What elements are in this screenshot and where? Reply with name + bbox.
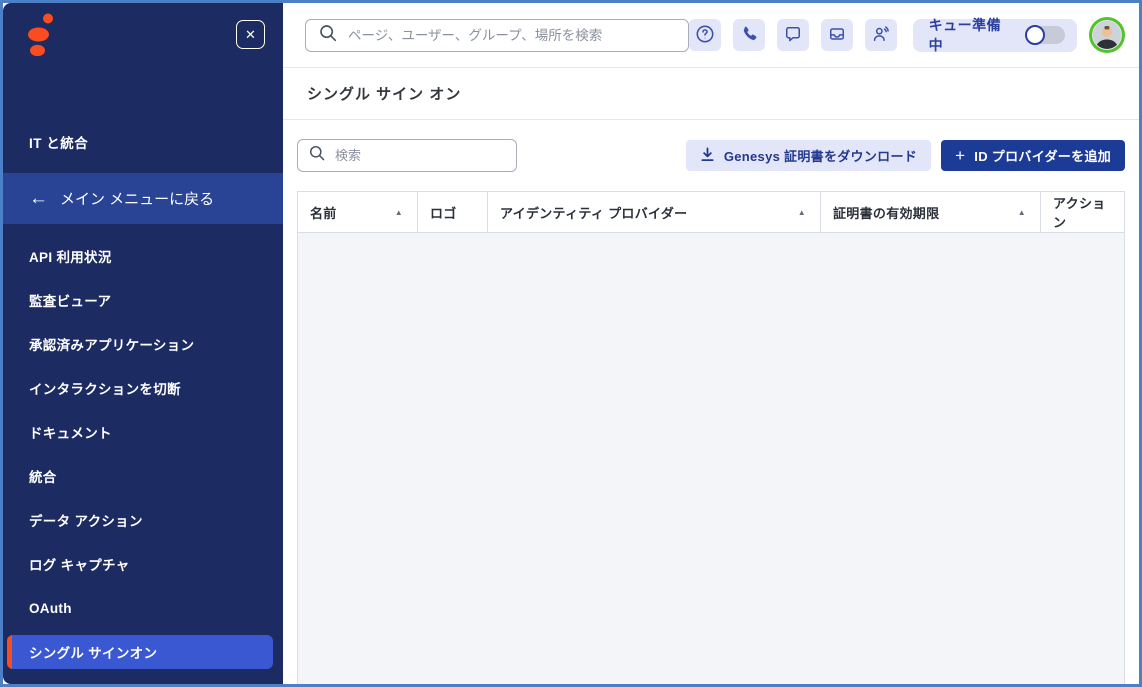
queue-status-label: キュー準備中 — [929, 15, 1016, 55]
genesys-logo-icon — [25, 13, 55, 66]
column-header-actions: アクション — [1041, 192, 1124, 232]
chat-icon — [783, 24, 803, 47]
top-bar: キュー準備中 — [283, 3, 1139, 68]
table-search[interactable] — [297, 139, 517, 172]
inbox-icon — [827, 24, 847, 47]
sidebar-item-log-capture[interactable]: ログ キャプチャ — [3, 542, 283, 586]
column-header-certificate-expiry[interactable]: 証明書の有効期限 ▲ — [821, 192, 1041, 232]
global-search-input[interactable] — [348, 28, 676, 43]
global-search[interactable] — [305, 19, 689, 52]
search-icon — [308, 144, 326, 167]
column-header-name[interactable]: 名前 ▲ — [298, 192, 418, 232]
sidebar-menu: API 利用状況 監査ビューア 承認済みアプリケーション インタラクションを切断… — [3, 224, 283, 674]
sidebar-item-api-usage[interactable]: API 利用状況 — [3, 234, 283, 278]
queue-status-toggle-group[interactable]: キュー準備中 — [913, 19, 1077, 52]
inbox-button[interactable] — [821, 19, 853, 51]
sort-asc-icon[interactable]: ▲ — [1018, 208, 1026, 217]
sidebar-section-title: IT と統合 — [29, 132, 283, 152]
header-icon-row — [689, 19, 897, 51]
agent-whisper-button[interactable] — [865, 19, 897, 51]
phone-button[interactable] — [733, 19, 765, 51]
sort-asc-icon[interactable]: ▲ — [798, 208, 806, 217]
user-avatar[interactable] — [1089, 17, 1125, 53]
table-body-empty — [297, 233, 1125, 684]
help-icon — [694, 23, 716, 48]
sidebar-item-authorized-applications[interactable]: 承認済みアプリケーション — [3, 322, 283, 366]
table-search-input[interactable] — [335, 148, 506, 163]
table-header-row: 名前 ▲ ロゴ アイデンティティ プロバイダー ▲ 証明書の有効期限 ▲ — [297, 191, 1125, 233]
chat-button[interactable] — [777, 19, 809, 51]
add-identity-provider-button[interactable]: + ID プロバイダーを追加 — [941, 140, 1125, 171]
identity-providers-table: 名前 ▲ ロゴ アイデンティティ プロバイダー ▲ 証明書の有効期限 ▲ — [297, 191, 1125, 684]
main-area: キュー準備中 シングル サイン オン — [283, 3, 1139, 684]
toolbar: Genesys 証明書をダウンロード + ID プロバイダーを追加 — [297, 139, 1125, 172]
agent-whisper-icon — [871, 24, 891, 47]
close-sidebar-button[interactable]: ✕ — [236, 20, 265, 49]
sort-asc-icon[interactable]: ▲ — [395, 208, 403, 217]
phone-icon — [739, 24, 759, 47]
sidebar-item-oauth[interactable]: OAuth — [3, 586, 283, 630]
content: Genesys 証明書をダウンロード + ID プロバイダーを追加 名前 ▲ ロ… — [283, 120, 1139, 684]
app-window: ✕ IT と統合 ← メイン メニューに戻る API 利用状況 監査ビューア 承… — [0, 0, 1142, 687]
sidebar-item-data-actions[interactable]: データ アクション — [3, 498, 283, 542]
close-icon: ✕ — [245, 27, 256, 42]
queue-toggle[interactable] — [1025, 25, 1065, 45]
download-icon — [700, 147, 715, 165]
arrow-left-icon: ← — [29, 189, 48, 208]
sidebar-item-disconnect-interactions[interactable]: インタラクションを切断 — [3, 366, 283, 410]
column-header-logo: ロゴ — [418, 192, 488, 232]
column-header-identity-provider[interactable]: アイデンティティ プロバイダー ▲ — [488, 192, 821, 232]
download-certificate-button[interactable]: Genesys 証明書をダウンロード — [686, 140, 931, 171]
back-to-main-menu[interactable]: ← メイン メニューに戻る — [3, 173, 283, 224]
sidebar-item-audit-viewer[interactable]: 監査ビューア — [3, 278, 283, 322]
sidebar: ✕ IT と統合 ← メイン メニューに戻る API 利用状況 監査ビューア 承… — [3, 3, 283, 684]
title-bar: シングル サイン オン — [283, 68, 1139, 120]
sidebar-item-integrations[interactable]: 統合 — [3, 454, 283, 498]
help-button[interactable] — [689, 19, 721, 51]
page-title: シングル サイン オン — [307, 83, 461, 104]
download-certificate-label: Genesys 証明書をダウンロード — [724, 146, 917, 165]
back-to-main-menu-label: メイン メニューに戻る — [60, 188, 214, 209]
sidebar-item-single-sign-on[interactable]: シングル サインオン — [7, 635, 273, 669]
search-icon — [318, 23, 338, 48]
add-identity-provider-label: ID プロバイダーを追加 — [974, 146, 1111, 165]
sidebar-item-documents[interactable]: ドキュメント — [3, 410, 283, 454]
plus-icon: + — [955, 147, 965, 164]
